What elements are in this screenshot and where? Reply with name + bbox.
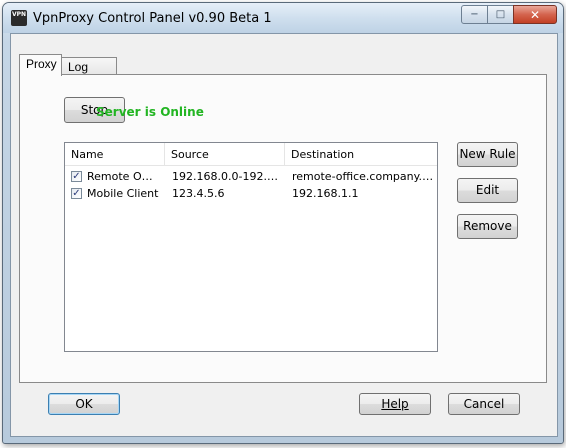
rule-enabled-checkbox[interactable]: ✓ <box>71 188 82 199</box>
app-icon: VPN <box>11 10 27 26</box>
rules-list-header: Name Source Destination <box>65 143 437 166</box>
window-title: VpnProxy Control Panel v0.90 Beta 1 <box>33 11 272 26</box>
column-header-name[interactable]: Name <box>65 143 165 165</box>
minimize-icon: − <box>470 9 479 20</box>
rule-name: Remote Office <box>87 170 163 183</box>
edit-rule-button[interactable]: Edit <box>457 178 518 203</box>
rule-destination: 192.168.1.1 <box>292 187 359 200</box>
help-button-label: Help <box>381 397 409 411</box>
main-window: VPN VpnProxy Control Panel v0.90 Beta 1 … <box>2 2 564 444</box>
close-button[interactable]: ✕ <box>513 5 557 24</box>
checkmark-icon: ✓ <box>72 188 81 199</box>
title-bar[interactable]: VPN VpnProxy Control Panel v0.90 Beta 1 … <box>3 3 563 33</box>
ok-button[interactable]: OK <box>48 393 120 415</box>
server-status-text: Server is Online <box>96 105 204 119</box>
close-icon: ✕ <box>529 7 541 22</box>
table-row[interactable]: ✓ Remote Office 192.168.0.0-192.1... rem… <box>65 169 437 186</box>
tab-proxy[interactable]: Proxy <box>19 54 62 76</box>
rules-list[interactable]: Name Source Destination ✓ Remote Office … <box>64 142 438 352</box>
column-header-destination[interactable]: Destination <box>285 143 437 165</box>
remove-rule-button[interactable]: Remove <box>457 214 518 239</box>
rule-enabled-checkbox[interactable]: ✓ <box>71 171 82 182</box>
help-button[interactable]: Help <box>359 393 431 415</box>
proxy-tab-panel: Stop Server is Online Name Source Destin… <box>19 74 547 383</box>
checkmark-icon: ✓ <box>72 171 81 182</box>
minimize-button[interactable]: − <box>461 5 488 24</box>
rule-source: 192.168.0.0-192.1... <box>172 170 284 183</box>
caption-buttons: − □ ✕ <box>461 5 557 25</box>
cancel-button[interactable]: Cancel <box>448 393 520 415</box>
column-header-source[interactable]: Source <box>165 143 285 165</box>
table-row[interactable]: ✓ Mobile Client 123.4.5.6 192.168.1.1 <box>65 186 437 203</box>
rule-source: 123.4.5.6 <box>172 187 225 200</box>
dialog-body: Proxy Log Stop Server is Online Name Sou… <box>10 33 558 437</box>
maximize-button[interactable]: □ <box>487 5 514 24</box>
rule-name: Mobile Client <box>87 187 159 200</box>
maximize-icon: □ <box>495 9 506 20</box>
new-rule-button[interactable]: New Rule <box>457 142 518 167</box>
rule-destination: remote-office.company.com <box>292 170 436 183</box>
